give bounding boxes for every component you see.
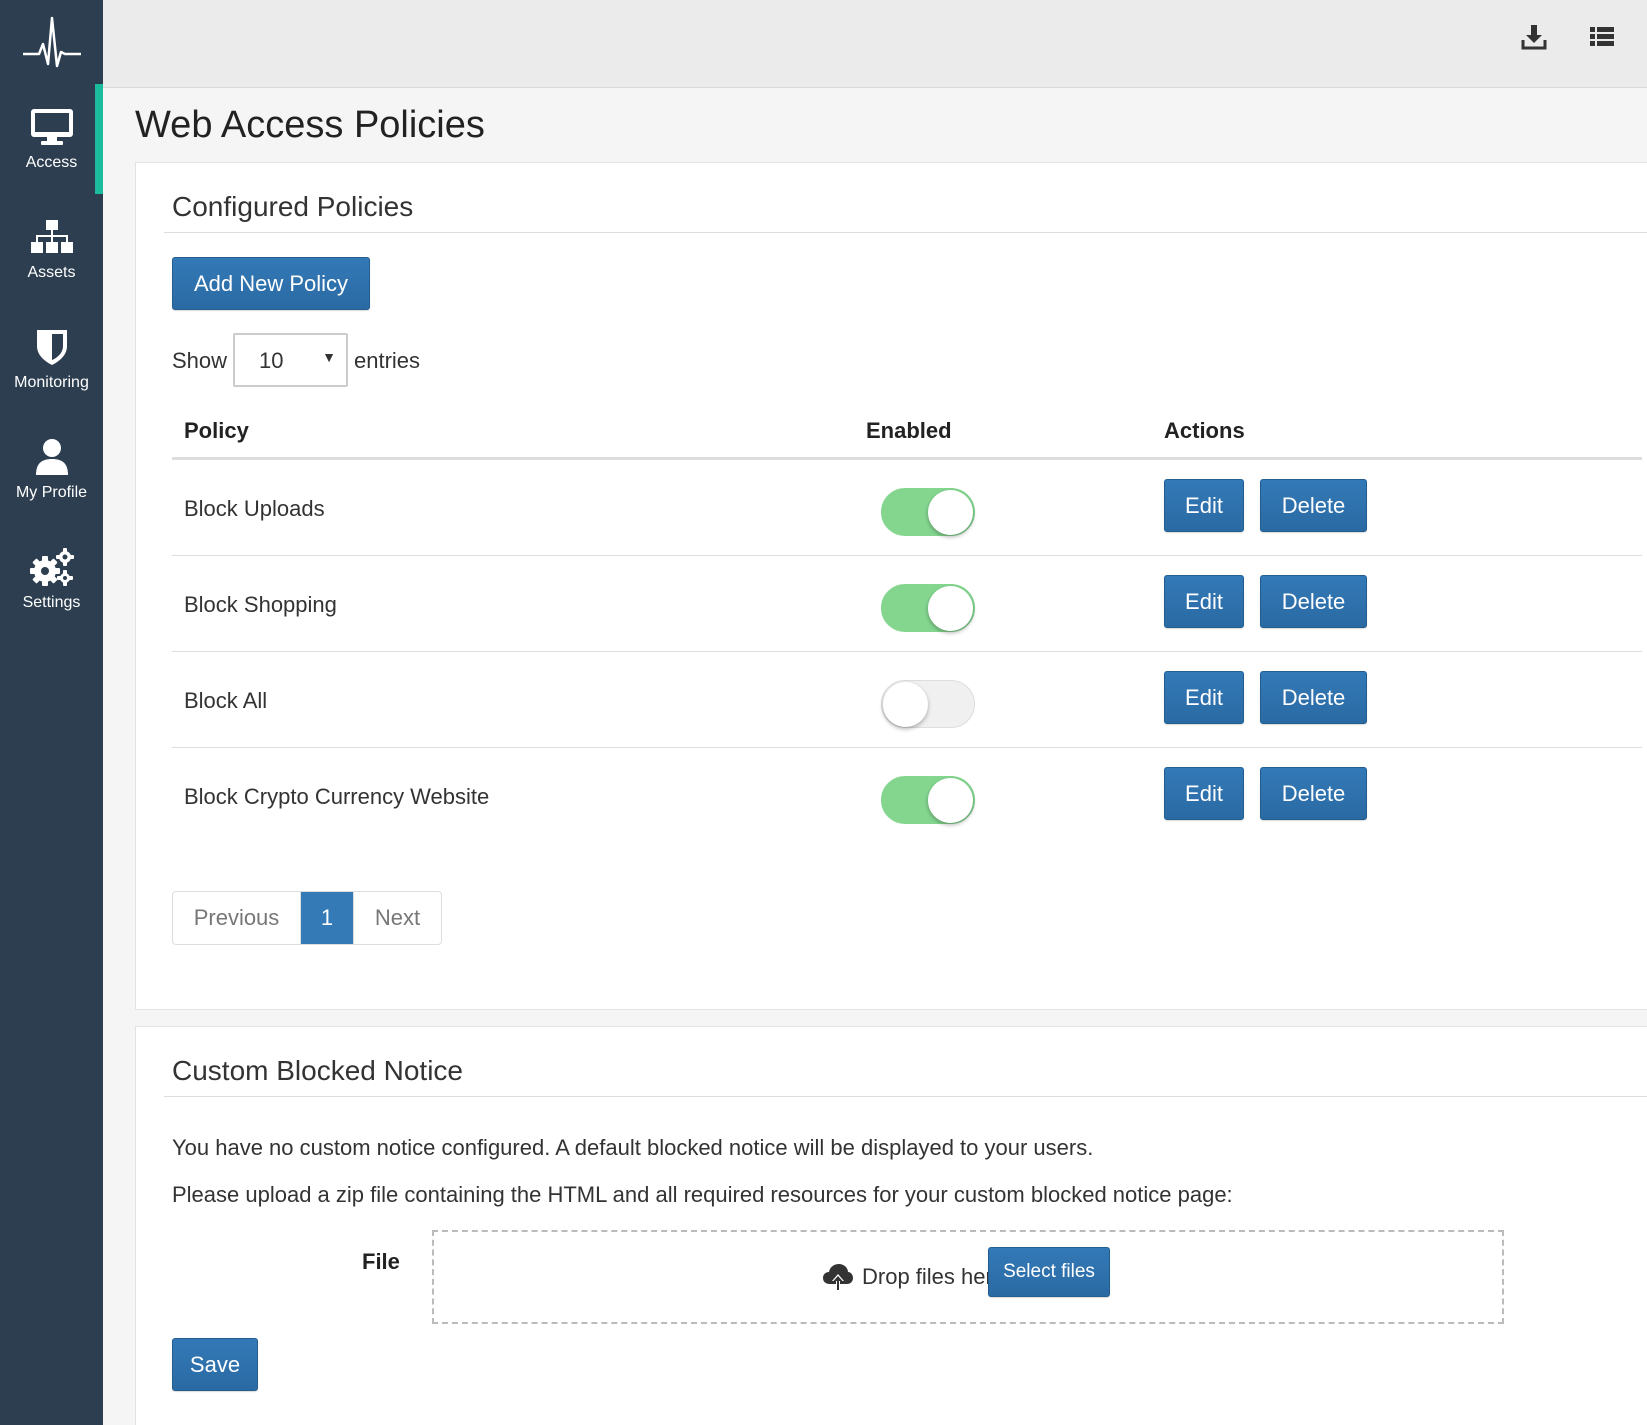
save-button[interactable]: Save — [172, 1338, 258, 1391]
upload-instructions: Please upload a zip file containing the … — [172, 1182, 1233, 1207]
panel-heading: Custom Blocked Notice — [172, 1055, 464, 1086]
sidebar-item-label: My Profile — [15, 484, 88, 501]
shield-icon — [36, 326, 68, 368]
user-icon — [35, 436, 69, 478]
divider — [164, 1096, 1647, 1097]
delete-button[interactable]: Delete — [1260, 767, 1367, 820]
file-dropzone[interactable]: Drop files here or Select files — [432, 1230, 1504, 1324]
table-row-policy-name: Block Crypto Currency Website — [184, 784, 490, 809]
pagination: Previous 1 Next — [172, 891, 442, 945]
edit-button[interactable]: Edit — [1164, 575, 1244, 628]
sidebar: Access Assets Monitoring My Profile Sett… — [0, 0, 103, 1425]
no-custom-notice-message: You have no custom notice configured. A … — [172, 1135, 1094, 1160]
toggle-knob — [928, 490, 973, 535]
sidebar-item-assets[interactable]: Assets — [0, 194, 103, 304]
toggle-knob — [928, 778, 973, 823]
cloud-upload-icon — [822, 1262, 854, 1292]
divider — [164, 232, 1647, 233]
table-header-divider — [172, 457, 1642, 460]
entries-label: entries — [354, 348, 421, 373]
enabled-toggle[interactable] — [881, 488, 975, 536]
column-header-actions: Actions — [1164, 418, 1245, 443]
row-divider — [172, 651, 1642, 652]
top-bar — [103, 0, 1647, 88]
enabled-toggle[interactable] — [881, 584, 975, 632]
entries-select[interactable]: 10 ▼ — [233, 333, 348, 387]
row-divider — [172, 747, 1642, 748]
row-divider — [172, 555, 1642, 556]
previous-page-button[interactable]: Previous — [173, 892, 301, 944]
edit-button[interactable]: Edit — [1164, 479, 1244, 532]
sidebar-item-label: Assets — [27, 264, 76, 281]
file-label: File — [362, 1249, 400, 1274]
delete-button[interactable]: Delete — [1260, 575, 1367, 628]
delete-button[interactable]: Delete — [1260, 479, 1367, 532]
delete-button[interactable]: Delete — [1260, 671, 1367, 724]
page-1-button[interactable]: 1 — [301, 892, 353, 944]
edit-button[interactable]: Edit — [1164, 767, 1244, 820]
show-label: Show — [172, 348, 228, 373]
table-row-policy-name: Block Shopping — [184, 592, 337, 617]
configured-policies-panel: Configured Policies Add New Policy Show … — [135, 162, 1647, 1010]
sidebar-item-my-profile[interactable]: My Profile — [0, 414, 103, 524]
table-row-policy-name: Block All — [184, 688, 268, 713]
sidebar-item-monitoring[interactable]: Monitoring — [0, 304, 103, 414]
page-title: Web Access Policies — [135, 104, 485, 146]
gears-icon — [29, 546, 75, 588]
panel-heading: Configured Policies — [172, 191, 414, 222]
enabled-toggle[interactable] — [881, 776, 975, 824]
sidebar-item-access[interactable]: Access — [0, 84, 103, 194]
column-header-enabled[interactable]: Enabled — [866, 418, 952, 444]
select-files-button[interactable]: Select files — [988, 1247, 1110, 1297]
table-row-policy-name: Block Uploads — [184, 496, 325, 521]
sitemap-icon — [30, 216, 73, 258]
edit-button[interactable]: Edit — [1164, 671, 1244, 724]
custom-blocked-notice-panel: Custom Blocked Notice You have no custom… — [135, 1026, 1647, 1425]
heartbeat-logo-icon[interactable] — [0, 0, 103, 84]
list-icon[interactable] — [1589, 24, 1615, 50]
sidebar-item-label: Access — [25, 154, 78, 171]
entries-select-value: 10 — [259, 348, 284, 373]
add-new-policy-button[interactable]: Add New Policy — [172, 257, 370, 310]
next-page-button[interactable]: Next — [353, 892, 441, 944]
sidebar-item-label: Settings — [22, 594, 81, 611]
column-header-policy[interactable]: Policy — [184, 418, 249, 444]
toggle-knob — [928, 586, 973, 631]
sidebar-item-label: Monitoring — [14, 374, 89, 391]
caret-down-icon: ▼ — [322, 349, 336, 365]
enabled-toggle[interactable] — [881, 680, 975, 728]
sidebar-item-settings[interactable]: Settings — [0, 524, 103, 634]
download-icon[interactable] — [1521, 24, 1547, 50]
toggle-knob — [883, 682, 928, 727]
monitor-icon — [30, 106, 74, 148]
